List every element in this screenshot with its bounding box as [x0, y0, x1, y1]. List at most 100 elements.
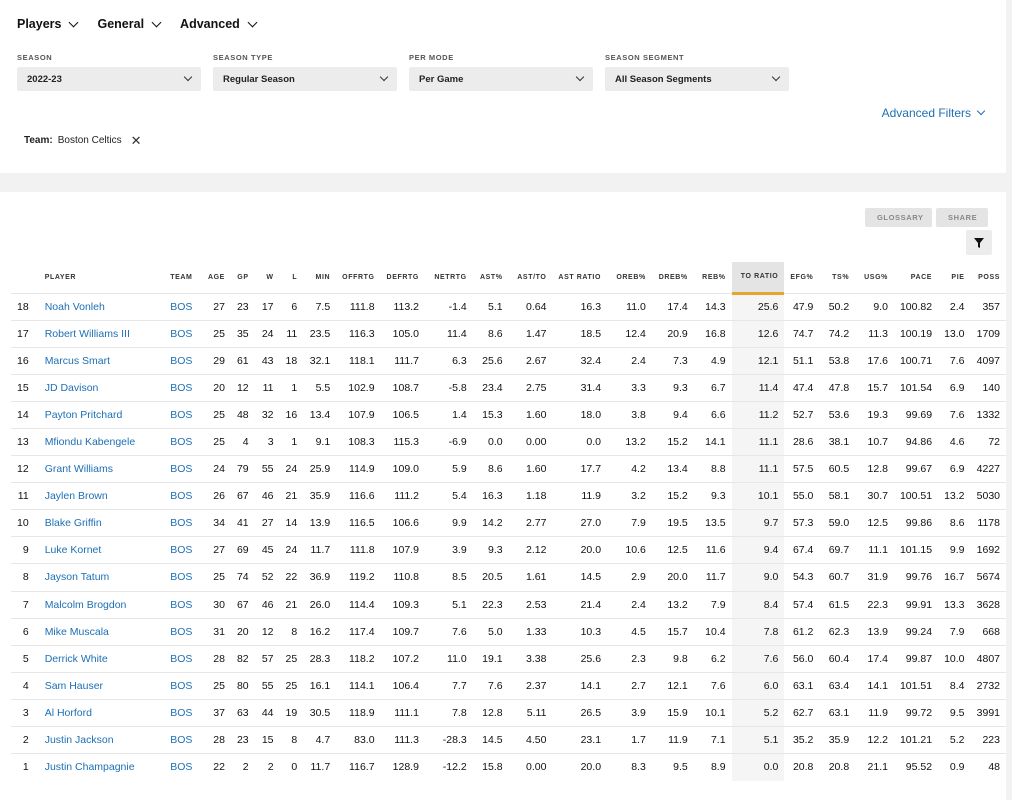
player-link[interactable]: Mike Muscala: [38, 617, 165, 646]
player-link[interactable]: JD Davison: [38, 373, 165, 402]
player-link[interactable]: Grant Williams: [38, 455, 165, 483]
cell: 34: [201, 509, 231, 537]
team-link[interactable]: BOS: [164, 400, 202, 429]
player-link[interactable]: Jayson Tatum: [38, 563, 165, 592]
column-header-player[interactable]: PLAYER: [39, 262, 165, 293]
column-header-to-ratio[interactable]: TO RATIO: [731, 262, 785, 295]
column-header-ast-[interactable]: AST%: [473, 262, 509, 293]
cell: 11.7: [303, 753, 337, 781]
cell: -1.4: [424, 292, 473, 321]
team-link[interactable]: BOS: [164, 292, 202, 321]
season-select[interactable]: 2022-23: [17, 67, 201, 91]
cell: 7.9: [607, 509, 652, 537]
column-header-pie[interactable]: PIE: [938, 262, 970, 293]
advanced-filters-link[interactable]: Advanced Filters: [882, 106, 986, 120]
cell: 50.2: [819, 292, 856, 321]
column-header-offrtg[interactable]: OFFRTG: [336, 262, 380, 293]
column-header-w[interactable]: W: [255, 262, 280, 293]
cell: 20: [230, 617, 255, 646]
column-header-pace[interactable]: PACE: [894, 262, 938, 293]
nav-players[interactable]: Players: [17, 17, 79, 31]
column-header-ast-to[interactable]: AST/TO: [509, 262, 553, 293]
team-link[interactable]: BOS: [164, 671, 202, 700]
nav-advanced[interactable]: Advanced: [180, 17, 258, 31]
player-link[interactable]: Blake Griffin: [38, 509, 165, 537]
cell: 116.6: [336, 482, 381, 510]
column-header-min[interactable]: MIN: [303, 262, 336, 293]
cell: 108.3: [336, 427, 381, 456]
cell: 111.8: [336, 536, 381, 564]
team-link[interactable]: BOS: [164, 753, 202, 781]
per-mode-select[interactable]: Per Game: [409, 67, 593, 91]
player-link[interactable]: Al Horford: [38, 698, 165, 727]
cell: 18: [279, 346, 304, 375]
cell: 11.0: [607, 292, 652, 321]
cell: 21.4: [552, 590, 608, 619]
column-header-efg-[interactable]: EFG%: [784, 262, 819, 293]
share-button[interactable]: SHARE: [936, 208, 988, 227]
cell: 22: [201, 753, 231, 781]
cell: 11.2: [731, 400, 785, 429]
team-link[interactable]: BOS: [164, 725, 202, 754]
team-link[interactable]: BOS: [164, 319, 202, 348]
player-link[interactable]: Luke Kornet: [38, 536, 165, 564]
cell: 0.9: [938, 753, 971, 781]
player-link[interactable]: Sam Hauser: [38, 671, 165, 700]
team-link[interactable]: BOS: [164, 373, 202, 402]
team-link[interactable]: BOS: [164, 590, 202, 619]
column-header-oreb-[interactable]: OREB%: [607, 262, 652, 293]
season-segment-select[interactable]: All Season Segments: [605, 67, 789, 91]
player-link[interactable]: Jaylen Brown: [38, 482, 165, 510]
cell: 5.5: [303, 373, 337, 402]
column-header-netrtg[interactable]: NETRTG: [425, 262, 473, 293]
player-link[interactable]: Justin Champagnie: [38, 753, 165, 781]
cell: 36.9: [303, 563, 337, 592]
close-icon[interactable]: ✕: [131, 134, 142, 147]
team-link[interactable]: BOS: [164, 346, 202, 375]
team-link[interactable]: BOS: [164, 644, 202, 673]
cell: 51.1: [784, 346, 820, 375]
cell: 12.8: [472, 698, 509, 727]
player-link[interactable]: Noah Vonleh: [38, 292, 165, 321]
team-link[interactable]: BOS: [164, 509, 202, 537]
column-header-gp[interactable]: GP: [231, 262, 255, 293]
column-header-reb-[interactable]: REB%: [694, 262, 732, 293]
player-link[interactable]: Derrick White: [38, 644, 165, 673]
team-link[interactable]: BOS: [164, 482, 202, 510]
column-header-defrtg[interactable]: DEFRTG: [381, 262, 425, 293]
column-header-poss[interactable]: POSS: [971, 262, 1006, 293]
nav-general[interactable]: General: [97, 17, 162, 31]
column-header-ts-[interactable]: TS%: [819, 262, 855, 293]
cell: 111.1: [380, 698, 425, 727]
column-header-ast-ratio[interactable]: AST RATIO: [552, 262, 607, 293]
chevron-down-icon: [575, 72, 585, 82]
cell: 23: [230, 292, 255, 321]
cell: 10.4: [693, 617, 732, 646]
player-link[interactable]: Payton Pritchard: [38, 400, 165, 429]
glossary-button[interactable]: GLOSSARY: [865, 208, 932, 227]
column-header-team[interactable]: TEAM: [164, 262, 202, 293]
player-link[interactable]: Malcolm Brogdon: [38, 590, 165, 619]
cell: 5.2: [938, 725, 971, 754]
column-header-age[interactable]: AGE: [202, 262, 231, 293]
team-link[interactable]: BOS: [164, 698, 202, 727]
team-link[interactable]: BOS: [164, 455, 202, 483]
chevron-down-icon: [69, 17, 79, 27]
player-link[interactable]: Mfiondu Kabengele: [38, 427, 165, 456]
team-link[interactable]: BOS: [164, 536, 202, 564]
team-link[interactable]: BOS: [164, 563, 202, 592]
cell: 19.3: [855, 400, 894, 429]
filter-icon[interactable]: [966, 230, 992, 255]
team-link[interactable]: BOS: [164, 617, 202, 646]
cell: 11.1: [731, 427, 785, 456]
season-type-select[interactable]: Regular Season: [213, 67, 397, 91]
column-header-dreb-[interactable]: DREB%: [652, 262, 694, 293]
column-header-l[interactable]: L: [280, 262, 304, 293]
column-header-usg-[interactable]: USG%: [855, 262, 894, 293]
team-link[interactable]: BOS: [164, 427, 202, 456]
player-link[interactable]: Marcus Smart: [38, 346, 165, 375]
player-link[interactable]: Robert Williams III: [38, 319, 165, 348]
cell: 15.7: [651, 617, 694, 646]
player-link[interactable]: Justin Jackson: [38, 725, 165, 754]
cell: 7.6: [938, 400, 971, 429]
